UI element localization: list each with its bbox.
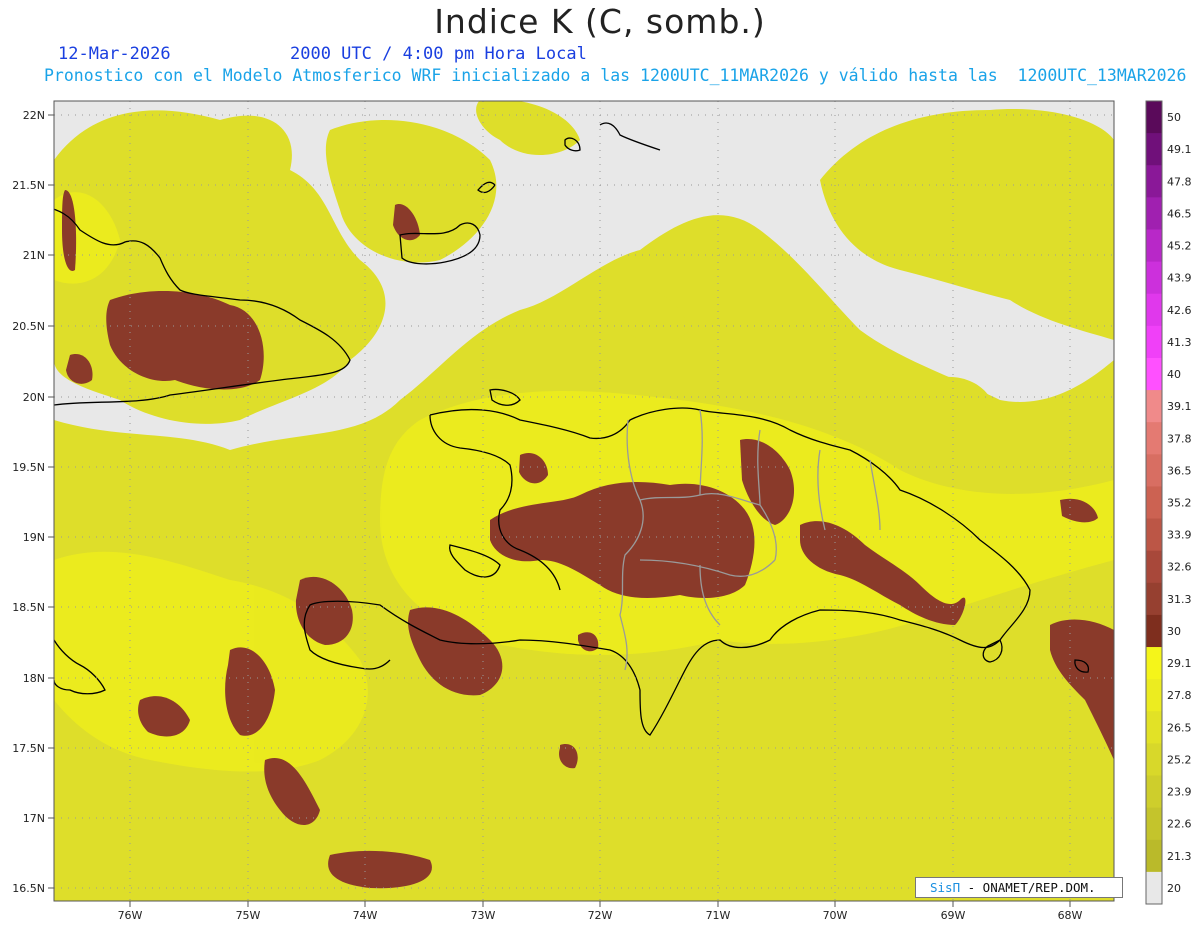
colorbar-swatch (1146, 390, 1162, 423)
colorbar-tick-label: 39.1 (1167, 400, 1192, 413)
lon-label: 74W (353, 909, 378, 922)
lon-label: 76W (118, 909, 143, 922)
colorbar-tick-label: 32.6 (1167, 561, 1192, 574)
colorbar-swatch (1146, 101, 1162, 134)
colorbar-swatch (1146, 165, 1162, 198)
lat-label: 21.5N (12, 179, 45, 192)
colorbar-tick-label: 45.2 (1167, 240, 1192, 253)
longitude-axis: 76W 75W 74W 73W 72W 71W 70W 69W 68W (118, 909, 1083, 922)
colorbar-tick-label: 21.3 (1167, 850, 1192, 863)
credit-org: - ONAMET/REP.DOM. (960, 880, 1096, 895)
colorbar-tick-label: 35.2 (1167, 497, 1192, 510)
lat-label: 19.5N (12, 461, 45, 474)
lat-label: 22N (23, 109, 45, 122)
sispi-logo: SisΠ (930, 880, 961, 895)
colorbar-swatch (1146, 325, 1162, 359)
colorbar-swatch (1146, 839, 1162, 873)
colorbar-swatch (1146, 582, 1162, 616)
lat-label: 19N (23, 531, 45, 544)
lon-label: 70W (823, 909, 848, 922)
colorbar-swatch (1146, 133, 1162, 166)
colorbar-swatch (1146, 357, 1162, 391)
colorbar-swatch (1146, 518, 1162, 552)
colorbar-tick-label: 41.3 (1167, 336, 1192, 349)
lat-label: 16.5N (12, 882, 45, 895)
colorbar-tick-label: 42.6 (1167, 304, 1192, 317)
colorbar-tick-label: 27.8 (1167, 689, 1192, 702)
colorbar-tick-label: 46.5 (1167, 207, 1192, 220)
colorbar-swatch (1146, 647, 1162, 680)
forecast-map: 22N 21.5N 21N 20.5N 20N 19.5N 19N 18.5N … (12, 100, 1192, 922)
colorbar-swatch (1146, 743, 1162, 777)
lat-label: 20.5N (12, 320, 45, 333)
colorbar-swatch (1146, 614, 1162, 648)
colorbar-tick-label: 29.1 (1167, 657, 1192, 670)
colorbar-swatch (1146, 775, 1162, 809)
lat-label: 18.5N (12, 601, 45, 614)
colorbar-swatch (1146, 711, 1162, 744)
lon-label: 69W (941, 909, 966, 922)
colorbar-tick-label: 22.6 (1167, 818, 1192, 831)
lon-label: 73W (471, 909, 496, 922)
colorbar-tick-label: 33.9 (1167, 529, 1192, 542)
lat-label: 21N (23, 249, 45, 262)
colorbar-tick-label: 40 (1167, 368, 1181, 381)
colorbar-tick-label: 37.8 (1167, 432, 1192, 445)
colorbar-tick-label: 26.5 (1167, 721, 1192, 734)
lat-label: 17N (23, 812, 45, 825)
credit-box: SisΠ - ONAMET/REP.DOM. (915, 877, 1123, 898)
colorbar-tick-label: 30 (1167, 625, 1181, 638)
colorbar-tick-label: 47.8 (1167, 175, 1192, 188)
colorbar-tick-label: 36.5 (1167, 464, 1192, 477)
lon-label: 72W (588, 909, 613, 922)
colorbar-swatch (1146, 486, 1162, 520)
colorbar-tick-label: 23.9 (1167, 786, 1192, 799)
colorbar-swatch (1146, 679, 1162, 712)
colorbar-tick-label: 49.1 (1167, 143, 1192, 156)
latitude-axis: 22N 21.5N 21N 20.5N 20N 19.5N 19N 18.5N … (12, 109, 45, 895)
colorbar-legend: 50 49.1 47.8 46.5 45.2 43.9 42.6 41.3 40 39.1 37.8… (1145, 100, 1192, 905)
lon-label: 75W (236, 909, 261, 922)
colorbar-swatch (1146, 293, 1162, 327)
lon-label: 68W (1058, 909, 1083, 922)
colorbar-swatch (1146, 422, 1162, 455)
colorbar-tick-label: 31.3 (1167, 593, 1192, 606)
colorbar-swatch (1146, 871, 1162, 905)
colorbar-swatch (1146, 261, 1162, 295)
colorbar-swatch (1146, 454, 1162, 487)
colorbar-swatch (1146, 229, 1162, 263)
colorbar-swatch (1146, 197, 1162, 230)
lat-label: 17.5N (12, 742, 45, 755)
lat-label: 18N (23, 672, 45, 685)
lat-label: 20N (23, 391, 45, 404)
lon-label: 71W (706, 909, 731, 922)
colorbar-swatch (1146, 807, 1162, 841)
colorbar-tick-label: 50 (1167, 111, 1181, 124)
colorbar-tick-label: 25.2 (1167, 753, 1192, 766)
colorbar-swatch (1146, 550, 1162, 584)
colorbar-tick-label: 43.9 (1167, 272, 1192, 285)
colorbar-tick-label: 20 (1167, 882, 1181, 895)
